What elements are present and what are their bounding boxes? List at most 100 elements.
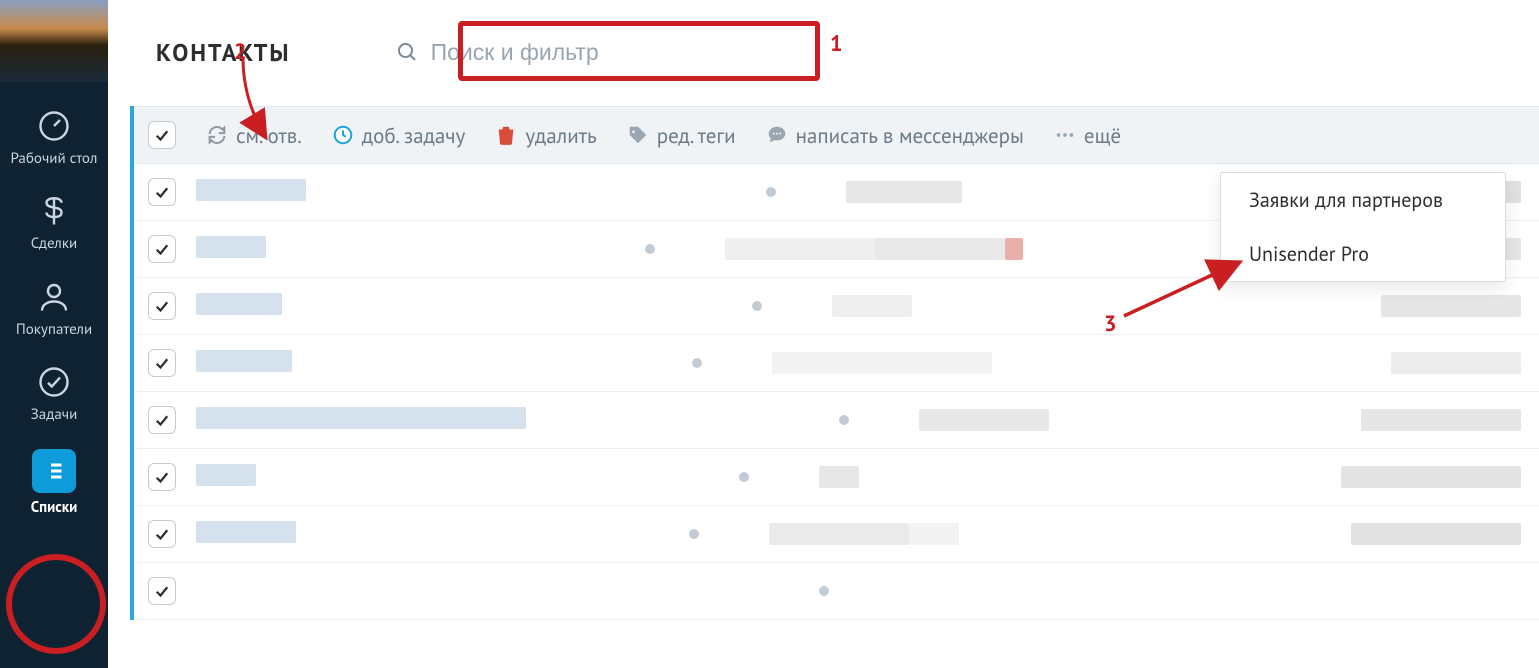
select-all-checkbox[interactable] [148, 121, 176, 149]
tool-label: см. отв. [236, 122, 302, 149]
table-row[interactable] [134, 392, 1539, 449]
contact-info [725, 238, 1023, 260]
status-dot [752, 301, 762, 311]
trash-icon [495, 124, 517, 146]
contact-name[interactable] [196, 521, 296, 548]
change-owner-button[interactable]: см. отв. [206, 122, 302, 149]
sidebar-item-label: Задачи [31, 406, 78, 423]
redacted-text [725, 238, 875, 260]
contact-name[interactable] [196, 179, 306, 206]
header: КОНТАКТЫ [108, 0, 1539, 106]
contact-extra [1361, 409, 1521, 431]
redacted-text [196, 179, 306, 201]
redacted-text [1391, 352, 1521, 374]
redacted-text [1361, 409, 1521, 431]
refresh-icon [206, 124, 228, 146]
table-row[interactable] [134, 563, 1539, 620]
status-dot [739, 472, 749, 482]
edit-tags-button[interactable]: ред. теги [627, 122, 736, 149]
gauge-icon [36, 108, 72, 144]
row-checkbox[interactable] [148, 292, 176, 320]
table-row[interactable] [134, 506, 1539, 563]
redacted-text [919, 409, 1049, 431]
contact-info [919, 409, 1049, 431]
tool-label: ещё [1084, 122, 1121, 149]
tag-icon [627, 124, 649, 146]
redacted-text [1381, 295, 1521, 317]
list-icon [32, 449, 76, 493]
sidebar-item-lists[interactable]: Списки [11, 449, 98, 516]
contact-extra [1351, 523, 1521, 545]
search-input[interactable] [379, 26, 731, 78]
contact-name[interactable] [196, 407, 526, 434]
contact-info [772, 352, 992, 374]
redacted-text [772, 352, 992, 374]
table-row[interactable] [134, 449, 1539, 506]
status-dot [692, 358, 702, 368]
row-checkbox[interactable] [148, 178, 176, 206]
redacted-text [196, 464, 256, 486]
sidebar-item-label: Рабочий стол [11, 150, 98, 167]
redacted-text [1341, 466, 1521, 488]
add-task-button[interactable]: доб. задачу [332, 122, 466, 149]
status-dot [839, 415, 849, 425]
redacted-text [196, 293, 282, 315]
more-icon [1054, 124, 1076, 146]
row-checkbox[interactable] [148, 463, 176, 491]
redacted-text [832, 295, 912, 317]
main: КОНТАКТЫ см. отв. доб. зада [108, 0, 1539, 668]
contact-info [846, 181, 962, 203]
sidebar-item-deals[interactable]: Сделки [11, 193, 98, 252]
more-button[interactable]: ещё [1054, 122, 1121, 149]
contact-name[interactable] [196, 350, 292, 377]
sidebar-item-tasks[interactable]: Задачи [11, 364, 98, 423]
redacted-text [769, 523, 909, 545]
sidebar-item-buyers[interactable]: Покупатели [11, 279, 98, 338]
tool-label: удалить [525, 122, 596, 149]
more-dropdown-item[interactable]: Unisender Pro [1221, 227, 1505, 281]
sidebar-item-label: Покупатели [16, 321, 92, 338]
contact-name[interactable] [196, 236, 266, 263]
tool-label: доб. задачу [362, 122, 466, 149]
check-circle-icon [36, 364, 72, 400]
contact-name[interactable] [196, 293, 282, 320]
contact-extra [1341, 466, 1521, 488]
redacted-text [196, 236, 266, 258]
row-checkbox[interactable] [148, 520, 176, 548]
redacted-text [1005, 238, 1023, 260]
contact-info [769, 523, 959, 545]
person-icon [36, 279, 72, 315]
search-icon [395, 40, 419, 64]
table-row[interactable] [134, 278, 1539, 335]
redacted-text [1351, 523, 1521, 545]
contact-extra [1391, 352, 1521, 374]
more-dropdown-item[interactable]: Заявки для партнеров [1221, 173, 1505, 227]
sidebar: Рабочий стол Сделки Покупатели Задачи [0, 0, 108, 668]
row-checkbox[interactable] [148, 577, 176, 605]
row-checkbox[interactable] [148, 235, 176, 263]
redacted-text [819, 466, 859, 488]
chat-icon [766, 124, 788, 146]
status-dot [766, 187, 776, 197]
delete-button[interactable]: удалить [495, 122, 596, 149]
contact-info [819, 466, 859, 488]
tool-label: написать в мессенджеры [796, 122, 1024, 149]
avatar[interactable] [0, 0, 108, 82]
contact-extra [1381, 295, 1521, 317]
row-checkbox[interactable] [148, 406, 176, 434]
tool-label: ред. теги [657, 122, 736, 149]
redacted-text [196, 350, 292, 372]
sidebar-item-dashboard[interactable]: Рабочий стол [11, 108, 98, 167]
redacted-text [909, 523, 959, 545]
status-dot [689, 529, 699, 539]
dollar-icon [36, 193, 72, 229]
write-messengers-button[interactable]: написать в мессенджеры [766, 122, 1024, 149]
search-field[interactable] [379, 26, 731, 78]
contact-name[interactable] [196, 464, 256, 491]
row-checkbox[interactable] [148, 349, 176, 377]
status-dot [819, 586, 829, 596]
bulk-toolbar: см. отв. доб. задачу удалить ред. теги н… [134, 106, 1539, 164]
redacted-text [196, 407, 526, 429]
table-row[interactable] [134, 335, 1539, 392]
clock-icon [332, 124, 354, 146]
